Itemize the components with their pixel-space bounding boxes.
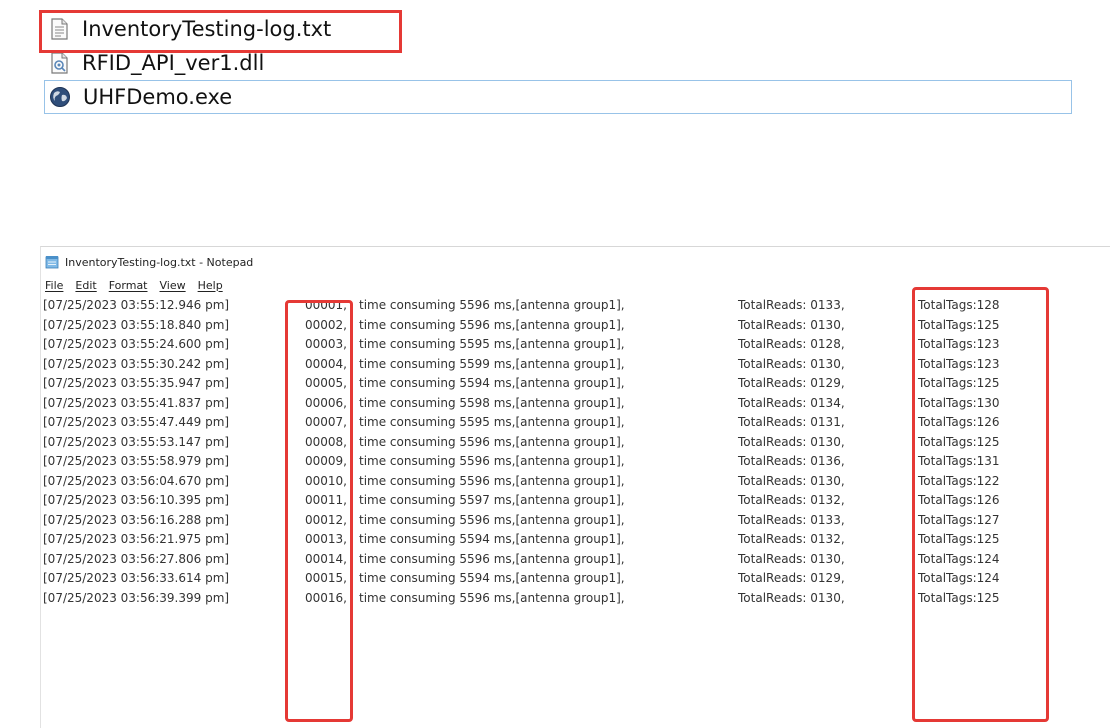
log-total-reads: TotalReads: 0133,	[738, 512, 845, 527]
log-message: time consuming 5594 ms,[antenna group1],	[359, 571, 625, 585]
log-message: time consuming 5596 ms,[antenna group1],	[359, 473, 625, 488]
file-name: UHFDemo.exe	[83, 85, 233, 109]
log-timestamp: [07/25/2023 03:56:21.975 pm]	[43, 532, 230, 546]
menu-view[interactable]: View	[160, 279, 186, 292]
log-total-reads: TotalReads: 0130,	[738, 317, 845, 332]
log-timestamp: [07/25/2023 03:56:39.399 pm]	[43, 590, 230, 605]
log-timestamp: [07/25/2023 03:55:47.449 pm]	[43, 415, 230, 429]
log-message: time consuming 5597 ms,[antenna group1],	[359, 493, 625, 507]
log-timestamp: [07/25/2023 03:55:41.837 pm]	[43, 395, 230, 410]
window-title: InventoryTesting-log.txt - Notepad	[65, 255, 254, 269]
highlight-box-log-file	[39, 10, 402, 53]
log-message: time consuming 5594 ms,[antenna group1],	[359, 532, 625, 546]
file-item-uhfdemo-exe[interactable]: UHFDemo.exe	[44, 80, 1072, 114]
log-message: time consuming 5596 ms,[antenna group1],	[359, 551, 625, 566]
log-total-reads: TotalReads: 0130,	[738, 356, 845, 371]
log-timestamp: [07/25/2023 03:56:10.395 pm]	[43, 493, 230, 507]
log-timestamp: [07/25/2023 03:55:24.600 pm]	[43, 337, 230, 351]
log-total-reads: TotalReads: 0132,	[738, 493, 845, 507]
log-timestamp: [07/25/2023 03:56:04.670 pm]	[43, 473, 230, 488]
log-total-reads: TotalReads: 0130,	[738, 590, 845, 605]
log-total-reads: TotalReads: 0133,	[738, 298, 845, 312]
menu-edit[interactable]: Edit	[75, 279, 96, 292]
log-message: time consuming 5596 ms,[antenna group1],	[359, 512, 625, 527]
log-total-reads: TotalReads: 0130,	[738, 473, 845, 488]
log-total-reads: TotalReads: 0131,	[738, 415, 845, 429]
log-total-reads: TotalReads: 0130,	[738, 434, 845, 449]
log-total-reads: TotalReads: 0129,	[738, 376, 845, 390]
log-total-reads: TotalReads: 0134,	[738, 395, 845, 410]
log-message: time consuming 5596 ms,[antenna group1],	[359, 590, 625, 605]
log-timestamp: [07/25/2023 03:55:35.947 pm]	[43, 376, 230, 390]
log-timestamp: [07/25/2023 03:55:30.242 pm]	[43, 356, 230, 371]
log-timestamp: [07/25/2023 03:55:58.979 pm]	[43, 454, 230, 468]
log-total-reads: TotalReads: 0132,	[738, 532, 845, 546]
log-timestamp: [07/25/2023 03:55:12.946 pm]	[43, 298, 230, 312]
dll-file-icon	[48, 52, 70, 74]
log-total-reads: TotalReads: 0129,	[738, 571, 845, 585]
file-name: RFID_API_ver1.dll	[82, 51, 265, 75]
log-message: time consuming 5596 ms,[antenna group1],	[359, 454, 625, 468]
menu-help[interactable]: Help	[198, 279, 223, 292]
titlebar: InventoryTesting-log.txt - Notepad	[41, 247, 1110, 277]
notepad-icon	[45, 255, 59, 269]
highlight-box-totaltags-column	[912, 287, 1049, 722]
log-timestamp: [07/25/2023 03:56:33.614 pm]	[43, 571, 230, 585]
log-message: time consuming 5598 ms,[antenna group1],	[359, 395, 625, 410]
log-timestamp: [07/25/2023 03:55:18.840 pm]	[43, 317, 230, 332]
log-message: time consuming 5596 ms,[antenna group1],	[359, 434, 625, 449]
log-message: time consuming 5596 ms,[antenna group1],	[359, 317, 625, 332]
log-timestamp: [07/25/2023 03:56:16.288 pm]	[43, 512, 230, 527]
log-total-reads: TotalReads: 0136,	[738, 454, 845, 468]
log-total-reads: TotalReads: 0130,	[738, 551, 845, 566]
log-timestamp: [07/25/2023 03:56:27.806 pm]	[43, 551, 230, 566]
log-message: time consuming 5595 ms,[antenna group1],	[359, 415, 625, 429]
log-total-reads: TotalReads: 0128,	[738, 337, 845, 351]
menu-format[interactable]: Format	[109, 279, 148, 292]
log-message: time consuming 5595 ms,[antenna group1],	[359, 337, 625, 351]
log-message: time consuming 5594 ms,[antenna group1],	[359, 376, 625, 390]
highlight-box-sequence-column	[285, 300, 353, 722]
exe-globe-icon	[49, 86, 71, 108]
log-timestamp: [07/25/2023 03:55:53.147 pm]	[43, 434, 230, 449]
log-message: time consuming 5599 ms,[antenna group1],	[359, 356, 625, 371]
log-message: time consuming 5596 ms,[antenna group1],	[359, 298, 625, 312]
menu-file[interactable]: File	[45, 279, 63, 292]
